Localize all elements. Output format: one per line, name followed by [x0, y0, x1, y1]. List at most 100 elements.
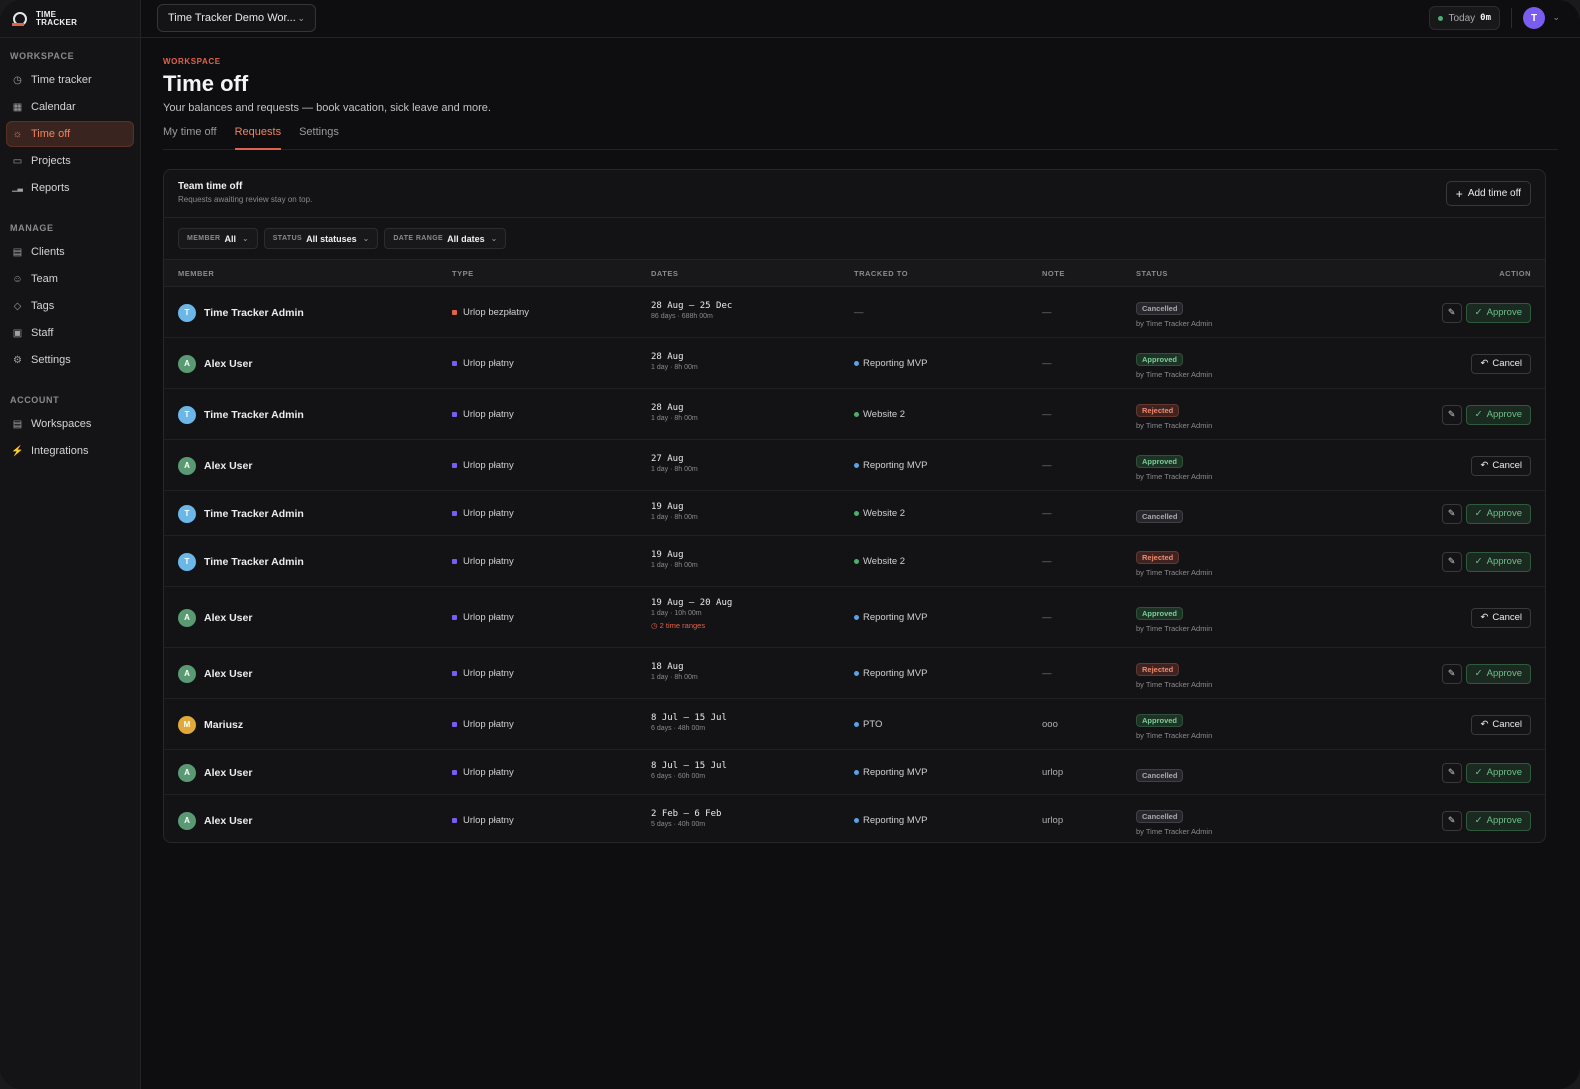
note-cell: —: [1042, 611, 1052, 623]
edit-button[interactable]: ✎: [1441, 762, 1462, 783]
add-time-off-button[interactable]: + Add time off: [1445, 181, 1531, 206]
member-cell: M Mariusz: [178, 715, 243, 734]
type-label: Urlop płatny: [463, 507, 514, 519]
cancel-button[interactable]: ↶ Cancel: [1471, 607, 1531, 628]
sidebar-item-calendar[interactable]: ▦ Calendar: [6, 94, 134, 120]
nav-section-label: ACCOUNT: [10, 395, 60, 405]
sidebar: TIME TRACKER WORKSPACE ◷ Time tracker ▦ Cale…: [0, 0, 141, 1089]
logo-icon: [12, 11, 30, 27]
duration: 1 day · 8h 00m: [651, 363, 698, 371]
sidebar-item-workspaces[interactable]: ▤ Workspaces: [6, 411, 134, 437]
tabs: My time off Requests Settings: [163, 126, 1558, 150]
edit-button[interactable]: ✎: [1441, 404, 1462, 425]
actions-cell: ✎ ✓ Approve: [1441, 762, 1531, 783]
chevron-down-icon[interactable]: ⌄: [1552, 12, 1560, 23]
cancel-button[interactable]: ↶ Cancel: [1471, 714, 1531, 735]
tracked-to-cell: Website 2: [854, 508, 905, 519]
cancel-button[interactable]: ↶ Cancel: [1471, 455, 1531, 476]
status-badge: Cancelled: [1136, 768, 1184, 782]
sidebar-item-label: Workspaces: [31, 418, 92, 430]
duration: 6 days · 60h 00m: [651, 772, 706, 780]
sidebar-item-label: Settings: [31, 354, 71, 366]
approve-button[interactable]: ✓ Approve: [1465, 810, 1531, 831]
status-cell: Rejected by Time Tracker Admin: [1136, 660, 1212, 689]
sidebar-item-team[interactable]: ☺ Team: [6, 266, 134, 292]
approve-button[interactable]: ✓ Approve: [1465, 404, 1531, 425]
type-cell: Urlop płatny: [452, 719, 514, 730]
gear-icon: ⚙: [13, 354, 22, 366]
approve-button[interactable]: ✓ Approve: [1465, 663, 1531, 684]
project-dot-icon: [854, 558, 859, 564]
filters-bar: MEMBER All ⌄ STATUS All statuses ⌄ DATE RANGE A…: [164, 218, 1545, 260]
sidebar-item-settings[interactable]: ⚙ Settings: [6, 347, 134, 373]
tracked-to-label: Reporting MVP: [863, 459, 928, 471]
sidebar-item-label: Time tracker: [31, 74, 92, 86]
reviewed-by: by Time Tracker Admin: [1136, 318, 1213, 328]
tracked-to-label: —: [854, 306, 864, 318]
sidebar-item-tags[interactable]: ◇ Tags: [6, 293, 134, 319]
tracked-to-label: Website 2: [863, 507, 906, 519]
type-label: Urlop płatny: [463, 814, 514, 826]
note-cell: ooo: [1042, 718, 1058, 730]
tab-settings[interactable]: Settings: [299, 126, 339, 150]
tracked-to-label: Reporting MVP: [863, 667, 928, 679]
edit-button[interactable]: ✎: [1441, 302, 1462, 323]
avatar: A: [178, 763, 196, 782]
member-name: Alex User: [204, 667, 253, 680]
sidebar-item-time-off[interactable]: ☼ Time off: [6, 121, 134, 147]
approve-button[interactable]: ✓ Approve: [1465, 551, 1531, 572]
filter-status[interactable]: STATUS All statuses ⌄: [263, 228, 379, 249]
tracked-to-cell: Reporting MVP: [854, 815, 927, 826]
check-icon: ✓: [1474, 815, 1483, 826]
sidebar-item-projects[interactable]: ▭ Projects: [6, 148, 134, 174]
approve-button[interactable]: ✓ Approve: [1465, 302, 1531, 323]
workspace-select[interactable]: Time Tracker Demo Wor... ⌄: [157, 4, 316, 32]
note-cell: —: [1042, 555, 1052, 567]
column-header-type: TYPE: [452, 269, 474, 278]
edit-button[interactable]: ✎: [1441, 810, 1462, 831]
sidebar-item-integrations[interactable]: ⚡ Integrations: [6, 438, 134, 464]
date-range: 28 Aug: [651, 351, 684, 362]
note-cell: urlop: [1042, 814, 1064, 826]
type-label: Urlop bezpłatny: [463, 306, 530, 318]
status-dot-icon: [1438, 15, 1444, 21]
table-row: A Alex User Urlop płatny 2 Feb – 6 Feb 5 day…: [164, 795, 1545, 842]
duration: 1 day · 8h 00m: [651, 465, 698, 473]
status-badge: Rejected: [1136, 550, 1180, 564]
sidebar-item-time-tracker[interactable]: ◷ Time tracker: [6, 67, 134, 93]
logo[interactable]: TIME TRACKER: [0, 0, 140, 38]
edit-button[interactable]: ✎: [1441, 551, 1462, 572]
user-avatar[interactable]: T: [1523, 7, 1545, 29]
edit-button[interactable]: ✎: [1441, 663, 1462, 684]
tracked-to-cell: Website 2: [854, 556, 905, 567]
tracked-to-cell: Reporting MVP: [854, 767, 927, 778]
status-badge: Cancelled: [1136, 509, 1184, 523]
filter-member[interactable]: MEMBER All ⌄: [178, 228, 258, 249]
tracked-to-label: Reporting MVP: [863, 766, 928, 778]
sidebar-item-clients[interactable]: ▤ Clients: [6, 239, 134, 265]
status-cell: Cancelled by Time Tracker Admin: [1136, 807, 1212, 836]
filter-date-range[interactable]: DATE RANGE All dates ⌄: [384, 228, 507, 249]
today-timer[interactable]: Today 0m: [1429, 6, 1500, 30]
tab-my-time-off[interactable]: My time off: [163, 126, 217, 150]
avatar: T: [178, 303, 196, 322]
column-header-action: ACTION: [1499, 269, 1531, 278]
approve-button[interactable]: ✓ Approve: [1465, 503, 1531, 524]
status-badge: Cancelled: [1136, 301, 1184, 315]
type-cell: Urlop bezpłatny: [452, 307, 529, 318]
nav-section-label: MANAGE: [10, 223, 54, 233]
reviewed-by: by Time Tracker Admin: [1136, 679, 1213, 689]
status-badge: Rejected: [1136, 403, 1180, 417]
cancel-button[interactable]: ↶ Cancel: [1471, 353, 1531, 374]
approve-button[interactable]: ✓ Approve: [1465, 762, 1531, 783]
edit-button[interactable]: ✎: [1441, 503, 1462, 524]
note-cell: urlop: [1042, 766, 1064, 778]
reviewed-by: by Time Tracker Admin: [1136, 826, 1213, 836]
users-icon: ☺: [12, 273, 23, 285]
sidebar-item-reports[interactable]: ▁▃ Reports: [6, 175, 134, 201]
actions-cell: ↶ Cancel: [1471, 607, 1531, 628]
filter-value: All statuses: [306, 233, 357, 244]
sidebar-item-staff[interactable]: ▣ Staff: [6, 320, 134, 346]
approve-label: Approve: [1486, 307, 1522, 318]
tab-requests[interactable]: Requests: [234, 126, 282, 150]
